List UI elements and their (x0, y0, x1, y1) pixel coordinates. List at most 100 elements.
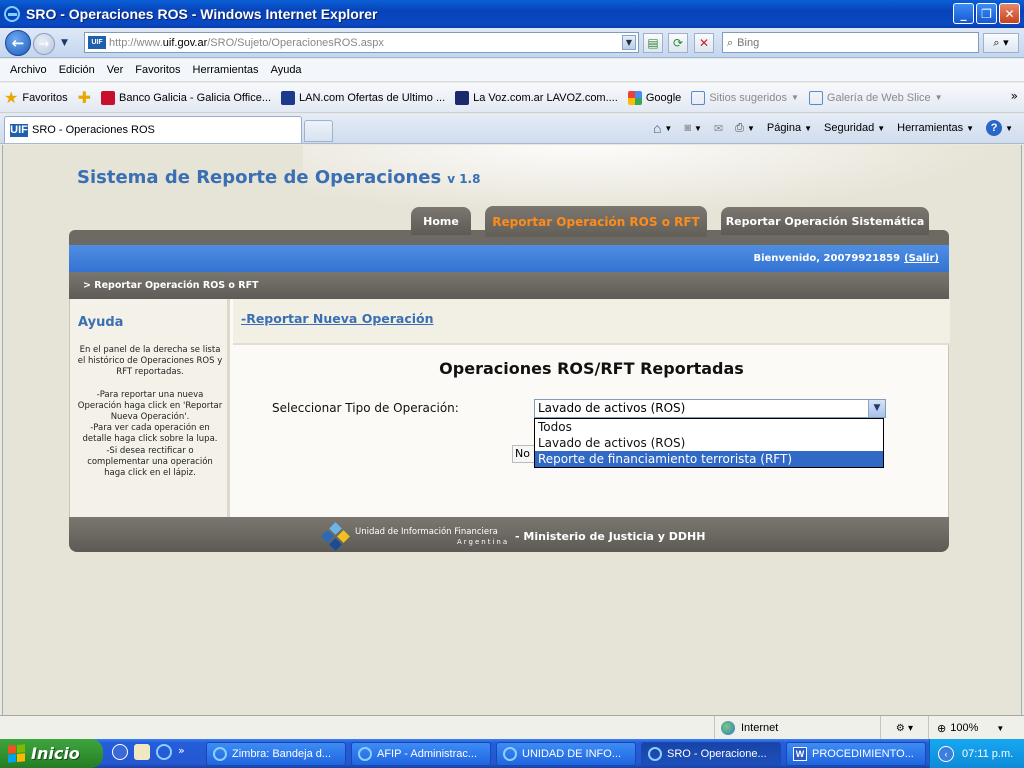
taskbar-zimbra[interactable]: Zimbra: Bandeja d... (206, 742, 346, 766)
operation-type-label: Seleccionar Tipo de Operación: (272, 401, 459, 415)
taskbar-sro[interactable]: SRO - Operacione... (641, 742, 781, 766)
welcome-bar: Bienvenido, 20079921859 (Salir) (69, 245, 949, 272)
clock[interactable]: 07:11 p.m. (962, 748, 1013, 760)
fav-web-slice-gallery[interactable]: Galería de Web Slice ▼ (808, 90, 943, 105)
taskbar-unidad[interactable]: UNIDAD DE INFO... (496, 742, 636, 766)
media-player-icon[interactable] (112, 744, 128, 760)
menu-edicion[interactable]: Edición (53, 64, 101, 76)
menu-ver[interactable]: Ver (101, 64, 130, 76)
search-icon: ⌕ (727, 35, 734, 49)
stop-button[interactable]: ✕ (694, 33, 714, 53)
page-viewport: Sistema de Reporte de Operaciones v 1.8 H… (2, 145, 1022, 715)
tab-sro[interactable]: UIF SRO - Operaciones ROS (4, 116, 302, 143)
favorites-button[interactable]: ★ Favoritos (4, 88, 68, 108)
operation-type-select[interactable]: Lavado de activos (ROS) ▼ (534, 399, 886, 418)
url-text[interactable]: http://www.uif.gov.ar/SRO/Sujeto/Operaci… (109, 37, 384, 49)
site-title: Sistema de Reporte de Operaciones v 1.8 (77, 167, 481, 188)
page-menu[interactable]: Página ▼ (762, 120, 817, 136)
stop-icon: ✕ (698, 36, 710, 50)
welcome-text: Bienvenido, 20079921859 (753, 253, 901, 264)
uif-logo-icon (321, 522, 350, 551)
restore-button[interactable]: ❐ (976, 3, 997, 24)
ie-logo-icon (4, 6, 20, 22)
nav-tab-report-ros[interactable]: Reportar Operación ROS o RFT (485, 206, 707, 237)
feeds-button[interactable]: ◙ ▼ (679, 120, 707, 136)
menu-ayuda[interactable]: Ayuda (265, 64, 308, 76)
fav-suggested-sites[interactable]: Sitios sugeridos ▼ (691, 90, 799, 105)
taskbar-procedimiento[interactable]: W PROCEDIMIENTO... (786, 742, 926, 766)
google-icon (627, 90, 642, 105)
favorites-overflow-button[interactable]: » (1011, 89, 1018, 103)
help-title: Ayuda (78, 315, 124, 330)
protected-mode-indicator[interactable]: ⚙ ▾ (880, 716, 928, 740)
content-area: Ayuda En el panel de la derecha se lista… (69, 299, 950, 517)
quick-launch-overflow[interactable]: » (178, 744, 185, 760)
new-tab-button[interactable] (304, 120, 333, 142)
magnifier-icon: ⌕ ▾ (993, 36, 1009, 49)
nav-tab-home[interactable]: Home (411, 207, 471, 235)
close-window-button[interactable]: ✕ (999, 3, 1020, 24)
chevron-down-icon[interactable]: ▼ (868, 400, 885, 417)
search-box[interactable]: ⌕ (722, 32, 979, 53)
printer-icon: ⎙ (735, 121, 744, 134)
menu-favoritos[interactable]: Favoritos (129, 64, 186, 76)
tools-menu[interactable]: Herramientas ▼ (892, 120, 979, 136)
search-button[interactable]: ⌕ ▾ (983, 33, 1019, 53)
security-menu[interactable]: Seguridad ▼ (819, 120, 890, 136)
help-menu[interactable]: ? ▼ (981, 118, 1018, 138)
fav-banco-galicia[interactable]: Banco Galicia - Galicia Office... (101, 90, 271, 105)
mail-button[interactable]: ✉ (709, 120, 728, 137)
new-operation-link[interactable]: -Reportar Nueva Operación (241, 311, 434, 326)
menu-archivo[interactable]: Archivo (4, 64, 53, 76)
security-zone[interactable]: Internet (714, 716, 880, 740)
gear-icon: ⚙ ▾ (895, 722, 914, 734)
rss-icon: ◙ (684, 122, 691, 134)
add-favorite-button[interactable]: ✚ (78, 88, 95, 108)
refresh-button[interactable]: ⟳ (668, 33, 688, 53)
notepad-icon[interactable] (134, 744, 150, 760)
uif-name: Unidad de Información Financiera (355, 527, 498, 537)
address-dropdown-button[interactable]: ▼ (622, 35, 636, 50)
command-bar: ⌂ ▼ ◙ ▼ ✉ ⎙ ▼ Página ▼ Seguridad ▼ Herramient… (648, 118, 1018, 138)
ie-quicklaunch-icon[interactable] (156, 744, 172, 760)
nav-tab-report-systematic[interactable]: Reportar Operación Sistemática (721, 207, 929, 235)
arrow-left-icon: ← (11, 34, 25, 52)
forward-button[interactable]: → (33, 33, 55, 55)
taskbar-afip[interactable]: AFIP - Administrac... (351, 742, 491, 766)
taskbar: Inicio » Zimbra: Bandeja d... AFIP - Adm… (0, 739, 1024, 768)
option-financiamiento-terrorista[interactable]: Reporte de financiamiento terrorista (RF… (535, 451, 883, 467)
start-button[interactable]: Inicio (0, 739, 103, 768)
quick-launch: » (112, 744, 185, 760)
address-toolbar: ← → ▼ UIF http://www.uif.gov.ar/SRO/Suje… (0, 28, 1024, 58)
menu-herramientas[interactable]: Herramientas (187, 64, 265, 76)
fav-la-voz[interactable]: La Voz.com.ar LAVOZ.com.... (455, 90, 618, 105)
word-icon: W (793, 747, 807, 761)
option-lavado-activos[interactable]: Lavado de activos (ROS) (535, 435, 883, 451)
lavoz-icon (455, 90, 470, 105)
address-input[interactable]: UIF http://www.uif.gov.ar/SRO/Sujeto/Ope… (84, 32, 639, 53)
recent-pages-dropdown[interactable]: ▼ (61, 38, 68, 48)
uif-favicon-icon: UIF (88, 36, 106, 49)
logout-link[interactable]: (Salir) (904, 253, 939, 264)
section-title: Operaciones ROS/RFT Reportadas (439, 359, 744, 378)
favorites-bar: ★ Favoritos ✚ Banco Galicia - Galicia Off… (0, 83, 1024, 113)
window-title: SRO - Operaciones ROS - Windows Internet… (26, 6, 378, 22)
star-icon: ★ (4, 89, 19, 107)
compatibility-view-button[interactable]: ▤ (643, 33, 663, 53)
ie-icon (358, 747, 372, 761)
home-button[interactable]: ⌂ ▼ (648, 118, 677, 138)
minimize-button[interactable]: _ (953, 3, 974, 24)
fav-lan[interactable]: LAN.com Ofertas de Ultimo ... (281, 90, 445, 105)
menu-bar: Archivo Edición Ver Favoritos Herramient… (0, 59, 1024, 82)
fav-google[interactable]: Google (627, 90, 681, 105)
search-input[interactable] (737, 36, 968, 49)
arrow-right-icon: → (38, 36, 50, 52)
ie-page-icon (691, 90, 706, 105)
zoom-control[interactable]: ⊕ 100% ▼ (928, 716, 1024, 740)
print-button[interactable]: ⎙ ▼ (730, 120, 760, 137)
tray-expand-icon[interactable]: ‹ (938, 745, 954, 762)
back-button[interactable]: ← (5, 30, 31, 56)
tab-title: SRO - Operaciones ROS (32, 124, 155, 136)
option-todos[interactable]: Todos (535, 419, 883, 435)
windows-logo-icon (8, 744, 25, 763)
